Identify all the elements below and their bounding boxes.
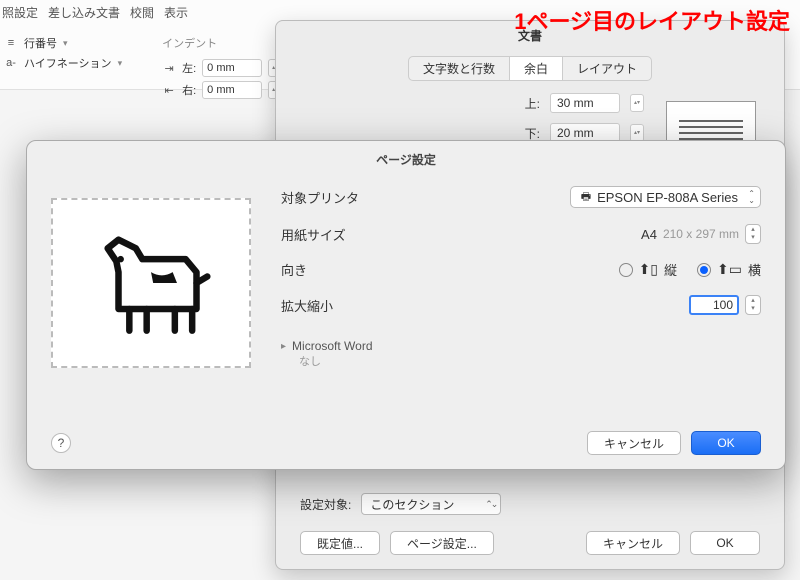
margin-top-label: 上: bbox=[510, 95, 540, 112]
apply-to-label: 設定対象: bbox=[300, 496, 351, 513]
indent-right-label: 右: bbox=[182, 82, 196, 98]
paper-label: 用紙サイズ bbox=[281, 225, 371, 244]
orientation-portrait-radio[interactable] bbox=[619, 263, 633, 277]
page-cancel-button[interactable]: キャンセル bbox=[587, 431, 681, 455]
margin-bottom-label: 下: bbox=[510, 125, 540, 142]
disclosure-sub: なし bbox=[299, 353, 761, 369]
printer-value: EPSON EP-808A Series bbox=[597, 190, 738, 205]
disclosure-msword[interactable]: ▸ Microsoft Word bbox=[281, 339, 761, 353]
line-numbers-button[interactable]: 行番号 bbox=[24, 35, 57, 51]
printer-icon: 🖶 bbox=[581, 188, 591, 207]
indent-group-label: インデント bbox=[162, 35, 282, 51]
indent-right-input[interactable]: 0 mm bbox=[202, 81, 262, 99]
hyphen-icon: a- bbox=[4, 57, 18, 69]
paper-size-select[interactable]: A4 bbox=[641, 227, 657, 242]
tab-layout[interactable]: レイアウト bbox=[563, 56, 652, 81]
ribbon-tab[interactable]: 照設定 bbox=[2, 4, 38, 21]
printer-label: 対象プリンタ bbox=[281, 188, 371, 207]
indent-left-label: 左: bbox=[182, 60, 196, 76]
ribbon-tab[interactable]: 校閲 bbox=[130, 4, 154, 21]
line-group: ≡行番号▾ a-ハイフネーション▾ bbox=[4, 35, 122, 99]
ribbon-tab[interactable]: 表示 bbox=[164, 4, 188, 21]
indent-group: インデント ⇥ 左: 0 mm ▴▾ ⇤ 右: 0 mm ▴▾ bbox=[162, 35, 282, 99]
printer-select[interactable]: 🖶 EPSON EP-808A Series bbox=[570, 186, 761, 208]
orientation-label: 向き bbox=[281, 260, 371, 279]
annotation-overlay: 1ページ目のレイアウト設定 bbox=[514, 4, 790, 36]
scale-label: 拡大縮小 bbox=[281, 296, 371, 315]
apply-to-select[interactable]: このセクション bbox=[361, 493, 501, 515]
scale-stepper[interactable]: ▴▾ bbox=[745, 295, 761, 315]
tab-chars-lines[interactable]: 文字数と行数 bbox=[408, 56, 510, 81]
doc-cancel-button[interactable]: キャンセル bbox=[586, 531, 680, 555]
dog-icon bbox=[86, 218, 216, 348]
indent-left-input[interactable]: 0 mm bbox=[202, 59, 262, 77]
page-ok-button[interactable]: OK bbox=[691, 431, 761, 455]
landscape-icon: ⬆▭ bbox=[717, 261, 742, 278]
paper-dimensions: 210 x 297 mm bbox=[663, 227, 739, 241]
page-setup-title: ページ設定 bbox=[27, 141, 785, 178]
chevron-right-icon: ▸ bbox=[281, 341, 286, 352]
orientation-portrait-label: 縦 bbox=[664, 260, 677, 279]
page-setup-button[interactable]: ページ設定... bbox=[390, 531, 494, 555]
defaults-button[interactable]: 既定値... bbox=[300, 531, 380, 555]
page-setup-dialog: ページ設定 対象プ bbox=[26, 140, 786, 470]
tab-margins[interactable]: 余白 bbox=[510, 56, 563, 81]
paper-size-stepper[interactable]: ▴▾ bbox=[745, 224, 761, 244]
hyphenation-button[interactable]: ハイフネーション bbox=[24, 55, 112, 71]
indent-left-icon: ⇥ bbox=[162, 62, 176, 75]
ribbon-tab[interactable]: 差し込み文書 bbox=[48, 4, 120, 21]
disclosure-title: Microsoft Word bbox=[292, 339, 372, 353]
portrait-icon: ⬆▯ bbox=[639, 261, 658, 278]
scale-input[interactable]: 100 bbox=[689, 295, 739, 315]
orientation-landscape-radio[interactable] bbox=[697, 263, 711, 277]
list-icon: ≡ bbox=[4, 37, 18, 49]
doc-ok-button[interactable]: OK bbox=[690, 531, 760, 555]
margin-top-input[interactable]: 30 mm bbox=[550, 93, 620, 113]
indent-right-icon: ⇤ bbox=[162, 84, 176, 97]
page-thumbnail bbox=[51, 198, 251, 368]
doc-dialog-tabs: 文字数と行数 余白 レイアウト bbox=[276, 56, 784, 81]
help-button[interactable]: ? bbox=[51, 433, 71, 453]
margin-top-stepper[interactable]: ▴▾ bbox=[630, 94, 644, 112]
orientation-landscape-label: 横 bbox=[748, 260, 761, 279]
